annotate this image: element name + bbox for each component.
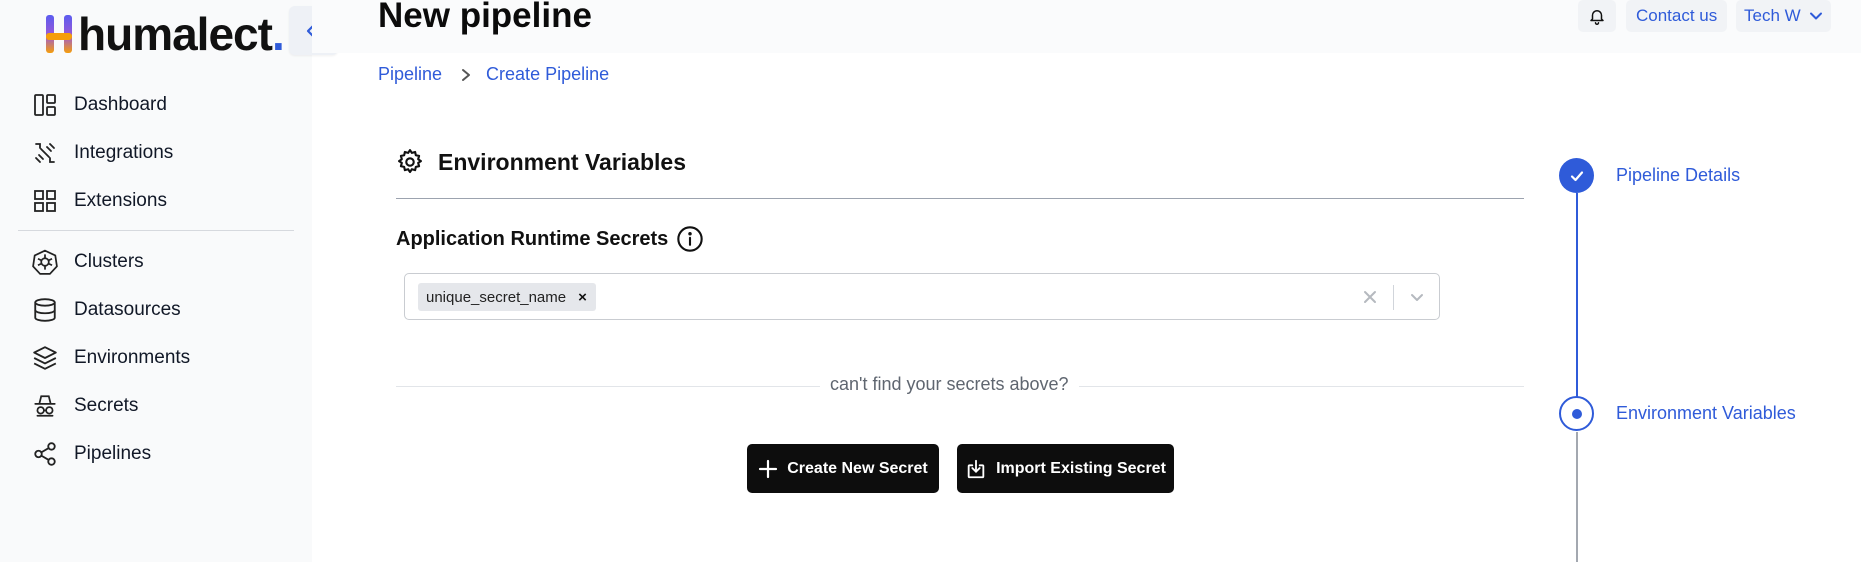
breadcrumb: Pipeline Create Pipeline — [378, 64, 609, 85]
sidebar-item-pipelines[interactable]: Pipelines — [18, 430, 294, 478]
sidebar-item-datasources[interactable]: Datasources — [18, 286, 294, 334]
sidebar-item-label: Datasources — [74, 299, 181, 320]
info-icon[interactable] — [676, 225, 704, 253]
close-icon — [1364, 291, 1376, 303]
extensions-icon — [31, 187, 59, 215]
sidebar-item-label: Dashboard — [74, 94, 167, 115]
selected-secret-chip: unique_secret_name × — [418, 283, 596, 311]
step-label-pipeline-details[interactable]: Pipeline Details — [1616, 165, 1740, 186]
environments-icon — [31, 344, 59, 372]
plus-icon — [758, 459, 778, 479]
sidebar-item-integrations[interactable]: Integrations — [18, 129, 294, 177]
create-new-secret-button[interactable]: Create New Secret — [747, 444, 939, 493]
sidebar-item-label: Extensions — [74, 190, 167, 211]
user-name: Tech W — [1744, 6, 1801, 25]
stepper-line-completed — [1576, 193, 1578, 414]
page-title: New pipeline — [378, 0, 592, 35]
nav-divider — [18, 230, 294, 231]
brand-dot: . — [271, 8, 285, 60]
sidebar-item-label: Environments — [74, 347, 191, 368]
select-divider — [1393, 285, 1394, 310]
import-icon — [965, 458, 987, 480]
secrets-multiselect[interactable]: unique_secret_name × — [404, 273, 1440, 320]
step-completed-indicator — [1559, 158, 1594, 193]
humalect-logo-icon — [46, 15, 72, 53]
user-menu-button[interactable]: Tech W — [1736, 0, 1831, 32]
sidebar-item-label: Pipelines — [74, 443, 152, 464]
check-icon — [1570, 170, 1583, 181]
sidebar-item-label: Secrets — [74, 395, 139, 416]
section-title: Environment Variables — [438, 148, 686, 175]
breadcrumb-create-pipeline[interactable]: Create Pipeline — [486, 64, 609, 85]
brand-name: humalect — [78, 8, 273, 60]
bell-icon — [1590, 10, 1604, 25]
clusters-icon — [31, 248, 59, 276]
chevron-right-icon — [460, 68, 472, 82]
notifications-button[interactable] — [1578, 0, 1616, 32]
sidebar: humalect. Dashboard Integrations Extensi… — [0, 0, 338, 562]
sidebar-item-label: Clusters — [74, 251, 144, 272]
secrets-subheader: Application Runtime Secrets — [396, 225, 704, 253]
sidebar-item-dashboard[interactable]: Dashboard — [18, 81, 294, 129]
integrations-icon — [31, 139, 59, 167]
section-header: Environment Variables — [396, 148, 686, 176]
clear-selection-button[interactable] — [1357, 284, 1383, 310]
sidebar-nav: Dashboard Integrations Extensions Cluste… — [18, 81, 294, 478]
contact-us-button[interactable]: Contact us — [1626, 0, 1728, 32]
sidebar-item-secrets[interactable]: Secrets — [18, 382, 294, 430]
dashboard-icon — [31, 91, 59, 119]
brand-logo[interactable]: humalect. — [44, 11, 285, 57]
current-dot-icon — [1571, 408, 1582, 419]
datasources-icon — [31, 296, 59, 324]
secrets-icon — [31, 392, 59, 420]
import-existing-secret-button[interactable]: Import Existing Secret — [957, 444, 1174, 493]
stepper-line-pending — [1576, 432, 1578, 562]
sidebar-item-label: Integrations — [74, 142, 174, 163]
sidebar-item-clusters[interactable]: Clusters — [18, 238, 294, 286]
dropdown-toggle-button[interactable] — [1404, 284, 1430, 310]
secrets-subtitle: Application Runtime Secrets — [396, 227, 669, 250]
sidebar-item-extensions[interactable]: Extensions — [18, 177, 294, 225]
chip-label: unique_secret_name — [426, 288, 567, 306]
breadcrumb-pipeline[interactable]: Pipeline — [378, 64, 442, 85]
chip-remove-button[interactable]: × — [578, 289, 587, 306]
section-divider — [396, 198, 1524, 199]
step-current-indicator — [1559, 396, 1594, 431]
chevron-down-icon — [1411, 294, 1423, 301]
sidebar-item-environments[interactable]: Environments — [18, 334, 294, 382]
chevron-down-icon — [1809, 12, 1822, 20]
step-label-environment-variables[interactable]: Environment Variables — [1616, 403, 1796, 424]
import-existing-secret-label: Import Existing Secret — [996, 459, 1166, 477]
create-new-secret-label: Create New Secret — [787, 459, 928, 477]
pipelines-icon — [31, 440, 59, 468]
gear-icon — [397, 149, 423, 174]
not-found-text: can't find your secrets above? — [820, 374, 1079, 395]
